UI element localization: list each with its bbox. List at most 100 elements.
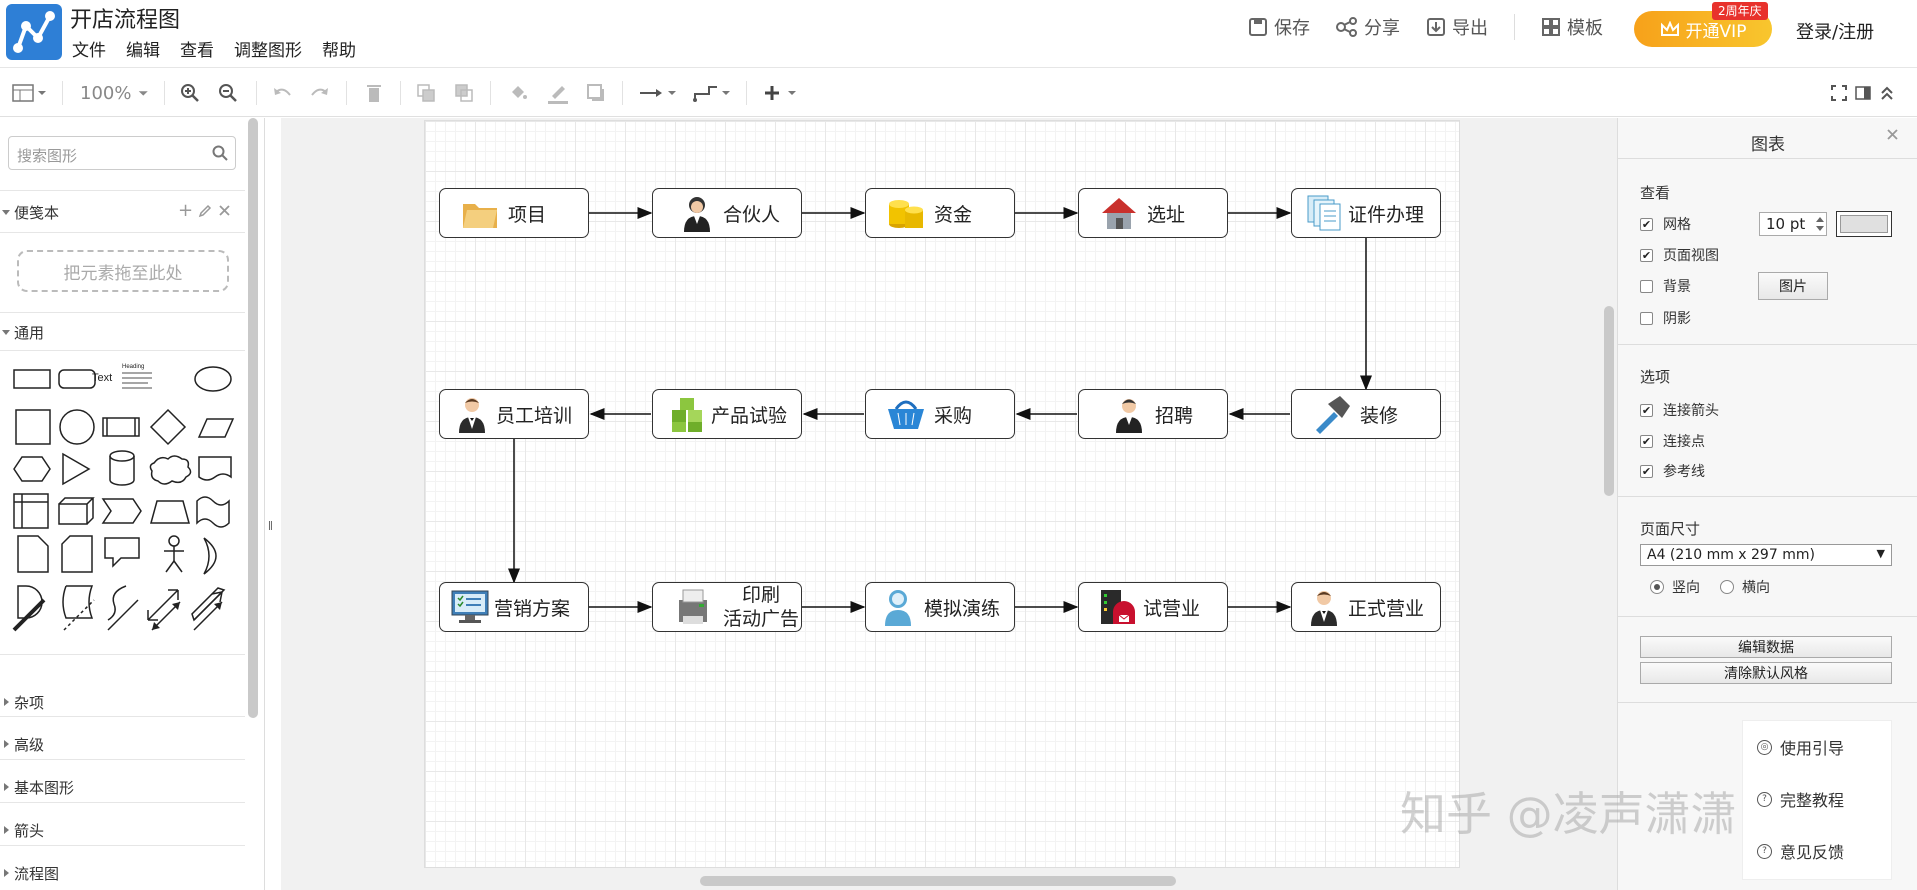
shadow-label: 阴影 bbox=[1663, 311, 1691, 327]
section-arrows[interactable]: 箭头 bbox=[0, 820, 245, 841]
flow-node-site-selection[interactable]: 选址 bbox=[1078, 188, 1228, 238]
section-misc[interactable]: 杂项 bbox=[0, 692, 245, 713]
flow-node-marketing-plan[interactable]: 营销方案 bbox=[439, 582, 589, 632]
connect-arrows-checkbox[interactable]: ✔ 连接箭头 bbox=[1640, 400, 1719, 420]
page-view-checkbox[interactable]: ✔ 页面视图 bbox=[1640, 245, 1719, 265]
add-icon[interactable]: + bbox=[178, 200, 193, 221]
canvas-vertical-scrollbar[interactable] bbox=[1604, 306, 1614, 496]
flow-node-licensing[interactable]: 证件办理 bbox=[1291, 188, 1441, 238]
section-basic-shapes[interactable]: 基本图形 bbox=[0, 777, 245, 798]
export-button[interactable]: 导出 bbox=[1426, 14, 1488, 40]
flow-node-purchasing[interactable]: 采购 bbox=[865, 389, 1015, 439]
insert-button[interactable] bbox=[760, 79, 804, 107]
format-panel-toggle[interactable] bbox=[8, 79, 50, 107]
edit-data-button[interactable]: 编辑数据 bbox=[1640, 636, 1892, 658]
checkbox[interactable] bbox=[1640, 311, 1653, 325]
menu-help[interactable]: 帮助 bbox=[322, 36, 356, 61]
checkbox[interactable]: ✔ bbox=[1640, 217, 1653, 231]
background-image-button[interactable]: 图片 bbox=[1758, 272, 1828, 300]
zoom-in-button[interactable] bbox=[178, 79, 202, 107]
toolbar-divider bbox=[746, 81, 747, 105]
shadow-checkbox[interactable]: 阴影 bbox=[1640, 308, 1691, 328]
user-guide-link[interactable]: ◎ 使用引导 bbox=[1757, 735, 1844, 759]
general-shape-palette[interactable]: Text Heading bbox=[8, 358, 240, 648]
waypoints-button[interactable] bbox=[690, 79, 734, 107]
feedback-link[interactable]: ? 意见反馈 bbox=[1757, 839, 1844, 863]
share-button[interactable]: 分享 bbox=[1336, 14, 1400, 40]
menu-file[interactable]: 文件 bbox=[72, 36, 106, 61]
flow-node-renovation[interactable]: 装修 bbox=[1291, 389, 1441, 439]
grid-checkbox[interactable]: ✔ 网格 bbox=[1640, 214, 1691, 234]
shape-search-input[interactable]: 搜索图形 bbox=[8, 136, 236, 170]
flow-node-recruitment[interactable]: 招聘 bbox=[1078, 389, 1228, 439]
grid-color-picker[interactable] bbox=[1836, 211, 1892, 237]
document-title[interactable]: 开店流程图 bbox=[70, 2, 180, 34]
sidebar-resize-handle[interactable]: ǁ bbox=[268, 520, 273, 531]
checkbox[interactable]: ✔ bbox=[1640, 248, 1653, 262]
node-label: 正式营业 bbox=[1348, 597, 1425, 620]
tutorial-link[interactable]: ? 完整教程 bbox=[1757, 787, 1844, 811]
search-icon[interactable] bbox=[212, 145, 228, 161]
portrait-radio[interactable]: 竖向 bbox=[1650, 577, 1700, 597]
menu-edit[interactable]: 编辑 bbox=[126, 36, 160, 61]
checkbox[interactable] bbox=[1640, 279, 1653, 293]
flow-node-staff-training[interactable]: 员工培训 bbox=[439, 389, 589, 439]
toggle-format-panel-button[interactable] bbox=[1852, 79, 1874, 107]
page-size-select[interactable]: A4 (210 mm x 297 mm) ▼ bbox=[1640, 544, 1892, 566]
fullscreen-button[interactable] bbox=[1828, 79, 1850, 107]
flow-node-partner[interactable]: 合伙人 bbox=[652, 188, 802, 238]
menu-view[interactable]: 查看 bbox=[180, 36, 214, 61]
canvas-horizontal-scrollbar[interactable] bbox=[700, 876, 1176, 886]
to-back-button[interactable] bbox=[452, 79, 476, 107]
shadow-button[interactable] bbox=[584, 79, 608, 107]
checkbox[interactable]: ✔ bbox=[1640, 434, 1653, 448]
login-register-link[interactable]: 登录/注册 bbox=[1796, 18, 1874, 44]
portrait-label: 竖向 bbox=[1672, 580, 1700, 596]
node-label: 采购 bbox=[934, 404, 973, 427]
close-icon[interactable] bbox=[1886, 128, 1899, 141]
checkbox[interactable]: ✔ bbox=[1640, 403, 1653, 417]
checkbox[interactable]: ✔ bbox=[1640, 464, 1653, 478]
guides-checkbox[interactable]: ✔ 参考线 bbox=[1640, 461, 1705, 481]
flow-node-print-ads[interactable]: 印刷 活动广告 bbox=[652, 582, 802, 632]
section-flowchart[interactable]: 流程图 bbox=[0, 863, 245, 884]
zoom-out-button[interactable] bbox=[216, 79, 240, 107]
spinner-icon[interactable] bbox=[1814, 214, 1826, 234]
section-general[interactable]: 通用 bbox=[0, 322, 245, 343]
node-label: 装修 bbox=[1360, 404, 1399, 427]
clear-default-style-button[interactable]: 清除默认风格 bbox=[1640, 662, 1892, 684]
undo-button[interactable] bbox=[270, 79, 294, 107]
connection-points-checkbox[interactable]: ✔ 连接点 bbox=[1640, 431, 1705, 451]
background-checkbox[interactable]: 背景 bbox=[1640, 276, 1691, 296]
fill-color-button[interactable] bbox=[506, 79, 530, 107]
radio-dot[interactable] bbox=[1720, 580, 1734, 594]
shape-heading-label: Heading bbox=[122, 364, 144, 370]
flow-node-project[interactable]: 项目 bbox=[439, 188, 589, 238]
collapse-button[interactable] bbox=[1876, 79, 1898, 107]
scratchpad-drop-zone[interactable]: 把元素拖至此处 bbox=[17, 250, 229, 292]
flow-node-trial-operation[interactable]: 试营业 bbox=[1078, 582, 1228, 632]
sidebar-scrollbar[interactable] bbox=[248, 118, 258, 718]
menu-arrange[interactable]: 调整图形 bbox=[234, 36, 302, 61]
app-logo[interactable] bbox=[6, 4, 62, 60]
flow-node-simulation[interactable]: 模拟演练 bbox=[865, 582, 1015, 632]
flow-node-grand-opening[interactable]: 正式营业 bbox=[1291, 582, 1441, 632]
section-advanced[interactable]: 高级 bbox=[0, 734, 245, 755]
connection-style-button[interactable] bbox=[636, 79, 680, 107]
edit-icon[interactable] bbox=[198, 204, 212, 218]
close-icon[interactable] bbox=[218, 204, 231, 217]
flow-node-funding[interactable]: 资金 bbox=[865, 188, 1015, 238]
diagram-page[interactable]: 项目 合伙人 资金 选址 证件办理 装修 招聘 采购 产品试验 员工培训 营销方… bbox=[424, 120, 1460, 868]
landscape-radio[interactable]: 横向 bbox=[1720, 577, 1770, 597]
delete-button[interactable] bbox=[362, 79, 386, 107]
radio-dot[interactable] bbox=[1650, 580, 1664, 594]
line-color-button[interactable] bbox=[544, 79, 572, 107]
zoom-select[interactable]: 100% bbox=[80, 79, 150, 107]
flow-node-product-trial[interactable]: 产品试验 bbox=[652, 389, 802, 439]
template-button[interactable]: 模板 bbox=[1541, 14, 1603, 40]
to-front-button[interactable] bbox=[414, 79, 438, 107]
trash-icon bbox=[367, 85, 381, 102]
sidebar-divider bbox=[0, 232, 245, 233]
redo-button[interactable] bbox=[308, 79, 332, 107]
save-button[interactable]: 保存 bbox=[1248, 14, 1310, 40]
